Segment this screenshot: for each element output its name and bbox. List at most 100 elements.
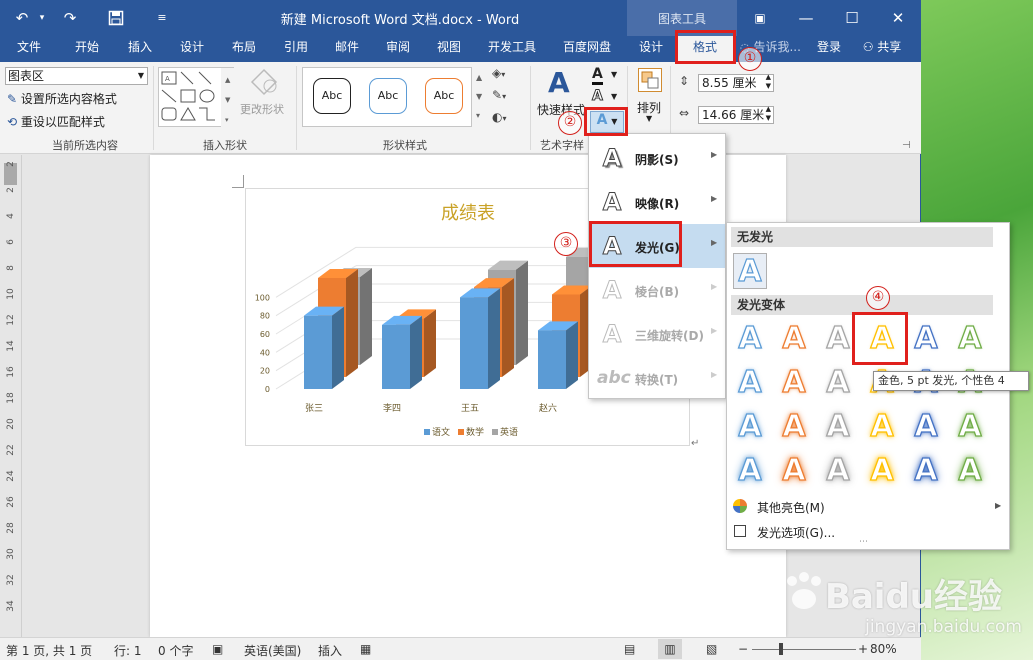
customize-toolbar-icon[interactable]: ≡ <box>150 6 174 30</box>
insert-shapes-group-label: 插入形状 <box>203 139 247 152</box>
tab-references[interactable]: 引用 <box>273 36 319 62</box>
text-outline-dropdown-icon[interactable]: ▼ <box>611 92 617 101</box>
shape-style-blue[interactable]: Abc <box>369 78 407 114</box>
bar-side <box>566 321 578 389</box>
change-shape-button[interactable]: 更改形状 <box>240 101 284 117</box>
print-layout-icon[interactable]: ▥ <box>658 639 682 659</box>
step-3-badge: ③ <box>554 232 578 256</box>
glow-variant-3-4[interactable]: A <box>865 408 899 445</box>
row-indicator[interactable]: 行: 1 <box>114 642 142 659</box>
glow-variant-4-5[interactable]: A <box>909 452 943 489</box>
bar-side <box>360 268 372 365</box>
glow-variant-3-5[interactable]: A <box>909 408 943 445</box>
text-outline-icon[interactable]: A <box>592 88 604 105</box>
glow-variant-1-2[interactable]: A <box>777 320 811 357</box>
menu-item-shadow[interactable]: A 阴影(S) ▶ <box>589 136 725 180</box>
glow-variant-1-6[interactable]: A <box>953 320 987 357</box>
shape-width-input[interactable]: 14.66 厘米 ▲ ▼ <box>698 105 774 124</box>
zoom-out-button[interactable]: − <box>738 642 748 656</box>
glow-variant-4-1[interactable]: A <box>733 452 767 489</box>
language-indicator[interactable]: 英语(美国) <box>244 642 301 659</box>
reset-style-button[interactable]: ⟲ 重设以匹配样式 <box>7 113 105 130</box>
web-layout-icon[interactable]: ▧ <box>706 642 717 656</box>
redo-icon[interactable]: ↷ <box>58 6 82 30</box>
shape-fill-outline-effects[interactable]: ◈▾ ✎▾ ◐▾ <box>492 66 522 132</box>
shape-height-input[interactable]: 8.55 厘米 ▲ ▼ <box>698 73 774 92</box>
zoom-slider-track[interactable] <box>752 649 856 650</box>
macro-record-icon[interactable]: ▦ <box>360 642 371 656</box>
tab-file[interactable]: 文件 <box>6 36 52 62</box>
ribbon-display-icon[interactable]: ▣ <box>740 4 780 32</box>
tab-home[interactable]: 开始 <box>64 36 110 62</box>
proofing-icon[interactable]: ▣ <box>212 642 223 656</box>
undo-dropdown-icon[interactable]: ▾ <box>30 6 54 30</box>
glow-options-button[interactable]: 发光选项(G)... <box>757 524 835 541</box>
glow-variant-2-3[interactable]: A <box>821 364 855 401</box>
paint-bucket-icon[interactable]: ◈▾ <box>492 66 522 88</box>
share-button[interactable]: ⚇ 共享 <box>852 36 912 62</box>
glow-variant-3-6[interactable]: A <box>953 408 987 445</box>
arrange-dropdown-icon[interactable]: ▼ <box>646 114 652 123</box>
page-count[interactable]: 第 1 页, 共 1 页 <box>6 642 92 659</box>
glow-variant-4-3[interactable]: A <box>821 452 855 489</box>
resize-grip-icon[interactable]: ⋯ <box>859 537 868 547</box>
menu-item-bevel: A 棱台(B) ▶ <box>589 268 725 312</box>
insert-mode[interactable]: 插入 <box>318 642 342 659</box>
paragraph-mark: ↵ <box>691 438 700 449</box>
tab-review[interactable]: 审阅 <box>375 36 421 62</box>
more-glow-colors[interactable]: 其他亮色(M) <box>757 499 825 516</box>
pen-outline-icon[interactable]: ✎▾ <box>492 88 522 110</box>
page-corner-mark <box>243 175 244 187</box>
tab-view[interactable]: 视图 <box>426 36 472 62</box>
glow-variant-2-2[interactable]: A <box>777 364 811 401</box>
chart-element-combo[interactable]: 图表区 ▼ <box>5 67 148 85</box>
pin-ribbon-icon[interactable]: ⊣ <box>902 140 911 151</box>
ruler-number: 34 <box>6 600 16 612</box>
shapes-gallery[interactable]: A ▲ ▼ ▾ <box>158 67 235 128</box>
word-count[interactable]: 0 个字 <box>158 642 193 659</box>
text-fill-dropdown-icon[interactable]: ▼ <box>611 70 617 79</box>
svg-text:A: A <box>165 75 170 83</box>
text-fill-icon[interactable]: A <box>592 66 603 85</box>
glow-variant-4-2[interactable]: A <box>777 452 811 489</box>
glow-variant-1-1[interactable]: A <box>733 320 767 357</box>
menu-item-reflection[interactable]: A 映像(R) ▶ <box>589 180 725 224</box>
tab-design[interactable]: 设计 <box>169 36 215 62</box>
width-spinner[interactable]: ▲ ▼ <box>766 105 771 123</box>
sign-in-link[interactable]: 登录 <box>812 36 846 62</box>
tab-developer[interactable]: 开发工具 <box>482 36 542 62</box>
glow-variant-3-3[interactable]: A <box>821 408 855 445</box>
shape-styles-scroll[interactable]: ▲ ▼ ▾ <box>476 68 482 125</box>
shape-styles-gallery[interactable]: Abc Abc Abc <box>302 67 472 127</box>
close-button[interactable]: ✕ <box>878 4 918 32</box>
glow-variant-4-4[interactable]: A <box>865 452 899 489</box>
save-icon[interactable] <box>104 6 128 30</box>
glow-variant-3-1[interactable]: A <box>733 408 767 445</box>
tab-mailings[interactable]: 邮件 <box>324 36 370 62</box>
ruler-number: 22 <box>6 444 16 456</box>
tab-chart-design[interactable]: 设计 <box>628 36 674 62</box>
shape-style-orange[interactable]: Abc <box>425 78 463 114</box>
tab-insert[interactable]: 插入 <box>117 36 163 62</box>
tab-baidu-netdisk[interactable]: 百度网盘 <box>556 36 618 62</box>
height-spinner[interactable]: ▲ ▼ <box>766 73 771 91</box>
minimize-button[interactable]: — <box>786 4 826 32</box>
glow-variant-1-5[interactable]: A <box>909 320 943 357</box>
menu-item-label: 三维旋转(D) <box>635 329 704 343</box>
maximize-button[interactable]: ☐ <box>832 4 872 32</box>
shape-effects-icon[interactable]: ◐▾ <box>492 110 522 132</box>
arrange-icon[interactable] <box>638 68 662 92</box>
no-glow-option[interactable]: A <box>733 253 767 290</box>
glow-variant-4-6[interactable]: A <box>953 452 987 489</box>
glow-variant-2-1[interactable]: A <box>733 364 767 401</box>
tab-layout[interactable]: 布局 <box>221 36 267 62</box>
bar-side <box>424 309 436 377</box>
ruler-number: 18 <box>6 392 16 404</box>
shape-style-black[interactable]: Abc <box>313 78 351 114</box>
read-mode-icon[interactable]: ▤ <box>624 642 635 656</box>
glow-variant-3-2[interactable]: A <box>777 408 811 445</box>
quick-styles-icon[interactable]: A <box>548 66 570 99</box>
format-selection-button[interactable]: ✎ 设置所选内容格式 <box>7 90 117 107</box>
glow-variant-1-3[interactable]: A <box>821 320 855 357</box>
ruler-number: 16 <box>6 366 16 378</box>
